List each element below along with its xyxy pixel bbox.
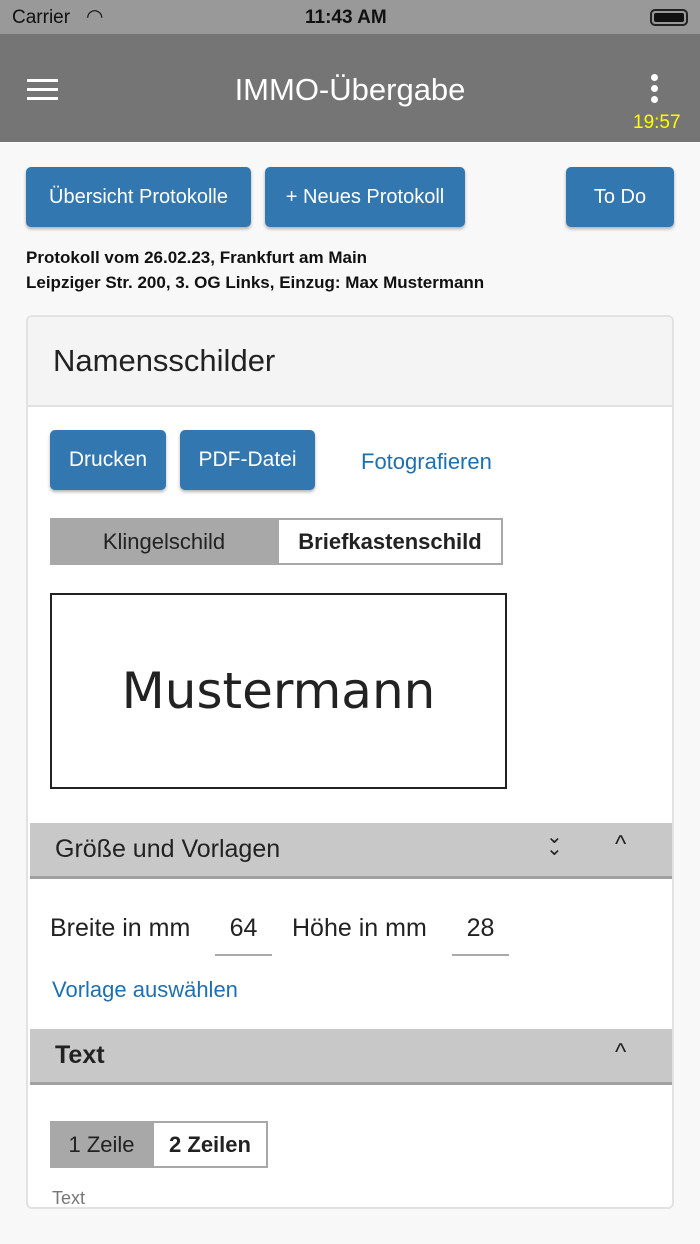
clock: 11:43 AM bbox=[305, 7, 387, 28]
pdf-button[interactable]: PDF-Datei bbox=[180, 430, 315, 490]
height-input[interactable]: 28 bbox=[452, 914, 509, 956]
width-input[interactable]: 64 bbox=[215, 914, 272, 956]
text-section-header[interactable]: Text ^ bbox=[30, 1029, 672, 1085]
protocol-info: Protokoll vom 26.02.23, Frankfurt am Mai… bbox=[26, 245, 484, 295]
timer: 19:57 bbox=[633, 112, 681, 133]
battery-icon bbox=[650, 9, 688, 26]
protocol-line-2: Leipziger Str. 200, 3. OG Links, Einzug:… bbox=[26, 273, 485, 292]
nameplate-card: Namensschilder Drucken PDF-Datei Fotogra… bbox=[26, 315, 674, 1209]
card-title: Namensschilder bbox=[28, 317, 672, 407]
text-field-label: Text bbox=[52, 1188, 86, 1208]
width-label: Breite in mm bbox=[50, 914, 191, 942]
size-section-title: Größe und Vorlagen bbox=[55, 835, 281, 863]
carrier: Carrier bbox=[12, 7, 71, 28]
new-protocol-button[interactable]: + Neues Protokoll bbox=[265, 167, 465, 227]
app-bar: IMMO-Übergabe 19:57 bbox=[0, 34, 700, 142]
chevron-up-icon[interactable]: ^ bbox=[615, 1039, 626, 1067]
status-bar: Carrier ◠ 11:43 AM bbox=[0, 0, 700, 34]
chevron-up-icon[interactable]: ^ bbox=[615, 831, 626, 859]
todo-button[interactable]: To Do bbox=[566, 167, 674, 227]
height-label: Höhe in mm bbox=[292, 914, 427, 942]
two-lines-option[interactable]: 2 Zeilen bbox=[152, 1121, 268, 1168]
photo-link[interactable]: Fotografieren bbox=[361, 449, 492, 475]
wifi-icon: ◠ bbox=[86, 6, 104, 28]
tab-bell-sign[interactable]: Klingelschild bbox=[50, 518, 278, 565]
nameplate-preview: Mustermann bbox=[50, 593, 507, 789]
size-section-header[interactable]: Größe und Vorlagen ⌄ ⌄ ^ bbox=[30, 823, 672, 879]
select-template-link[interactable]: Vorlage auswählen bbox=[52, 977, 238, 1003]
app-title: IMMO-Übergabe bbox=[234, 72, 466, 107]
text-section-title: Text bbox=[55, 1041, 105, 1069]
one-line-option[interactable]: 1 Zeile bbox=[50, 1121, 153, 1168]
protocol-line-1: Protokoll vom 26.02.23, Frankfurt am Mai… bbox=[26, 248, 368, 267]
print-button[interactable]: Drucken bbox=[50, 430, 166, 490]
tab-mailbox-sign[interactable]: Briefkastenschild bbox=[277, 518, 503, 565]
overview-button[interactable]: Übersicht Protokolle bbox=[26, 167, 251, 227]
more-icon[interactable] bbox=[651, 74, 661, 103]
expand-all-icon[interactable]: ⌄ ⌄ bbox=[546, 827, 563, 859]
